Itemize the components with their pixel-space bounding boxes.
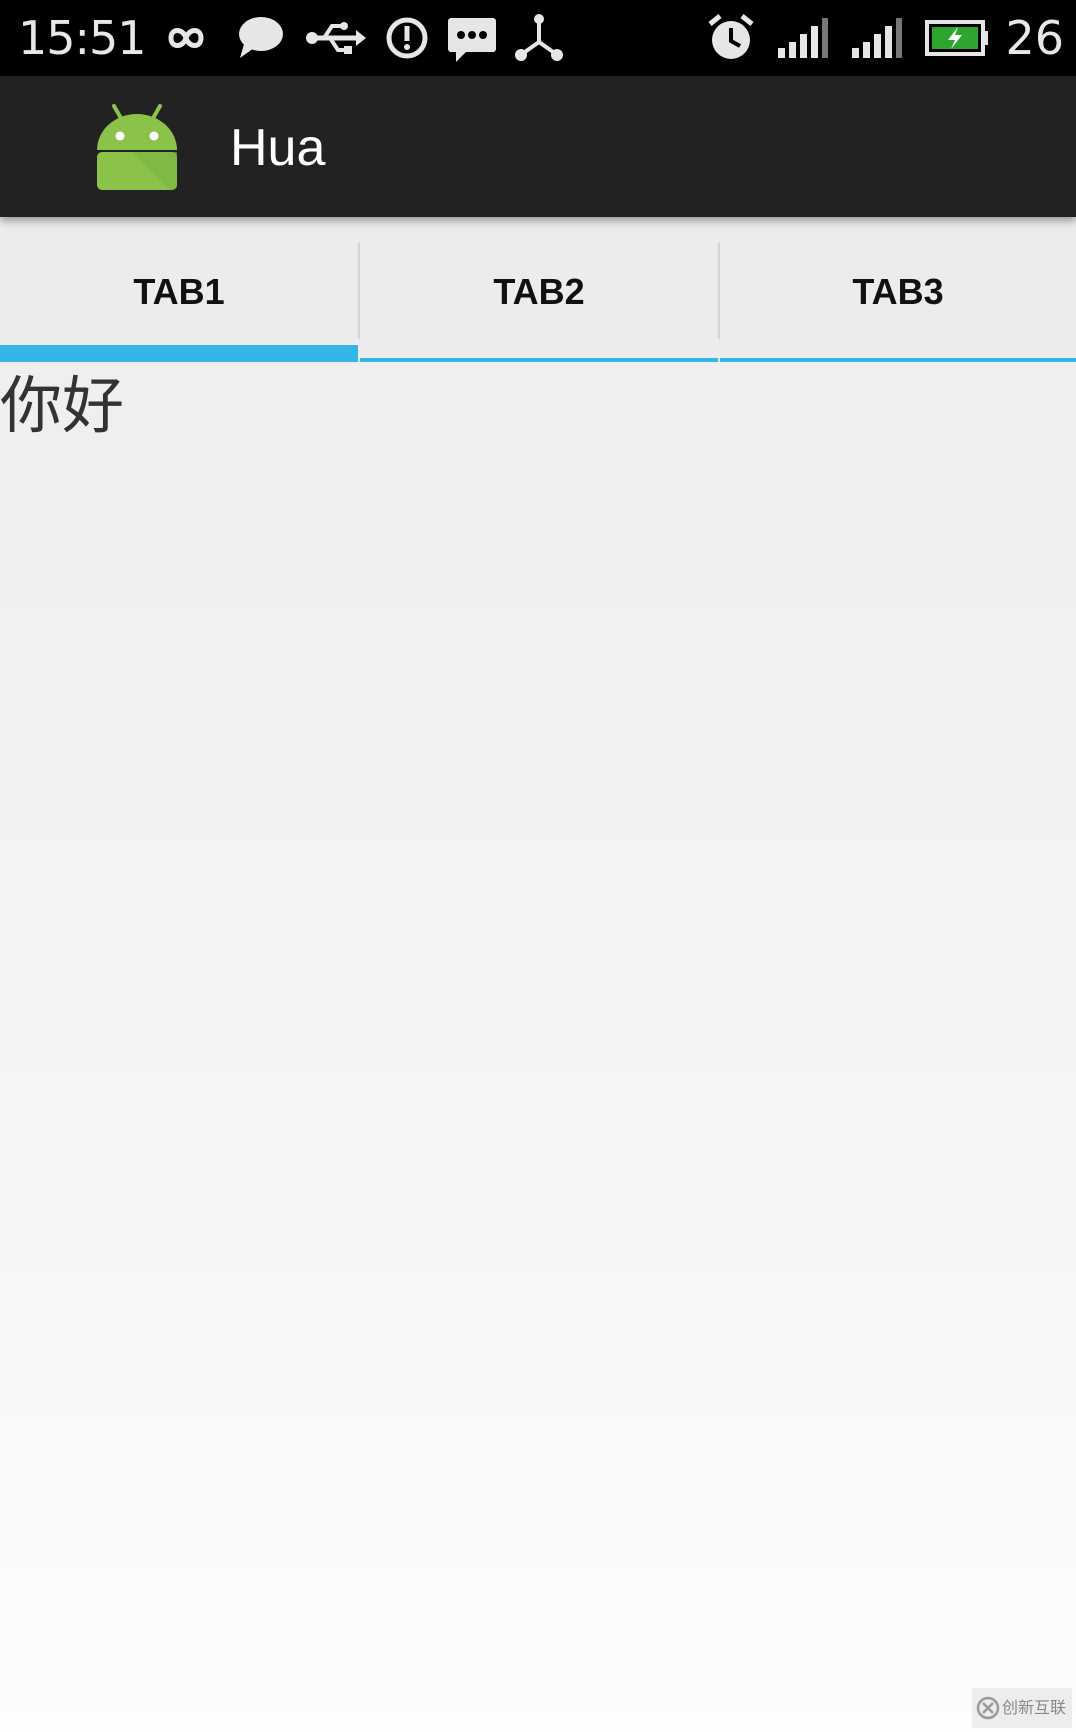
android-robot-icon — [97, 104, 177, 190]
message-icon — [448, 18, 496, 62]
chat-bubble-icon — [239, 17, 283, 58]
watermark-logo-icon — [976, 1696, 1000, 1720]
alert-icon — [386, 17, 428, 59]
tab-bar: TAB1 TAB2 TAB3 — [0, 217, 1076, 362]
tab-2[interactable]: TAB2 — [360, 217, 718, 362]
signal-icon — [852, 18, 902, 58]
watermark-text: 创新互联 — [1001, 1698, 1066, 1717]
signal-icon — [778, 18, 828, 58]
usb-icon — [306, 22, 366, 54]
tab-3-indicator — [720, 358, 1076, 362]
tab-1-indicator — [0, 345, 358, 362]
status-bar: 15:51 26 — [0, 0, 1076, 76]
alarm-icon — [708, 14, 754, 59]
tab-2-label: TAB2 — [493, 271, 585, 312]
tab-2-indicator — [360, 358, 718, 362]
share-icon — [515, 14, 563, 61]
watermark: 创新互联 — [972, 1688, 1072, 1728]
tab-3[interactable]: TAB3 — [720, 217, 1076, 362]
infinity-icon — [168, 28, 204, 48]
tab-1[interactable]: TAB1 — [0, 217, 358, 362]
app-title: Hua — [230, 119, 326, 177]
content-text: 你好 — [0, 369, 125, 442]
battery-percent: 26 — [1005, 11, 1064, 65]
battery-charging-icon — [925, 20, 988, 56]
status-time: 15:51 — [18, 11, 147, 65]
tab-3-label: TAB3 — [852, 271, 944, 312]
tab-1-label: TAB1 — [133, 271, 225, 312]
action-bar: Hua — [0, 76, 1076, 217]
